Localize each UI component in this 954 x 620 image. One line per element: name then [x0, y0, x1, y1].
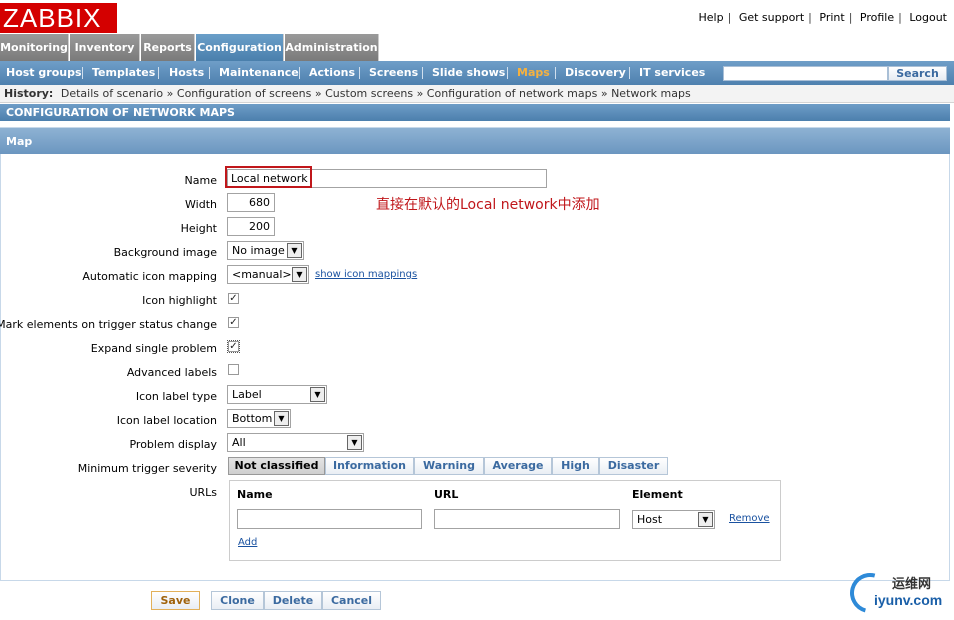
- add-url-link[interactable]: Add: [238, 537, 257, 548]
- chevron-down-icon: ▼: [274, 411, 289, 426]
- menu-reports[interactable]: Reports: [141, 34, 195, 61]
- automatic-icon-mapping-label: Automatic icon mapping: [82, 270, 217, 283]
- search-input[interactable]: [723, 66, 888, 81]
- submenu-maintenance[interactable]: Maintenance: [219, 61, 299, 85]
- annotation-text: 直接在默认的Local network中添加: [376, 197, 600, 213]
- main-menu: Monitoring Inventory Reports Configurati…: [0, 34, 954, 61]
- advanced-labels-checkbox[interactable]: [228, 364, 239, 375]
- problem-display-select[interactable]: All ▼: [227, 433, 364, 452]
- expand-single-problem-label: Expand single problem: [90, 342, 217, 355]
- history-item[interactable]: Details of scenario: [61, 87, 163, 100]
- chevron-down-icon: ▼: [287, 243, 302, 258]
- background-image-label: Background image: [113, 246, 217, 259]
- history-item[interactable]: Configuration of network maps: [427, 87, 598, 100]
- logout-link[interactable]: Logout: [909, 11, 947, 24]
- submenu-it-services[interactable]: IT services: [639, 61, 705, 85]
- url-col-name: Name: [237, 488, 273, 501]
- height-input[interactable]: 200: [227, 217, 275, 236]
- history-item[interactable]: Configuration of screens: [177, 87, 312, 100]
- map-tab-header: Map: [0, 127, 950, 154]
- submenu-hosts[interactable]: Hosts: [169, 61, 204, 85]
- highlight-box: [225, 166, 312, 188]
- breadcrumb: History: Details of scenario » Configura…: [0, 85, 954, 103]
- name-label: Name: [184, 174, 217, 187]
- menu-inventory[interactable]: Inventory: [70, 34, 140, 61]
- severity-high[interactable]: High: [552, 457, 599, 475]
- icon-highlight-label: Icon highlight: [142, 294, 217, 307]
- url-element-select[interactable]: Host ▼: [632, 510, 715, 529]
- help-link[interactable]: Help: [699, 11, 724, 24]
- submenu-slide-shows[interactable]: Slide shows: [432, 61, 505, 85]
- history-item[interactable]: Custom screens: [325, 87, 413, 100]
- submenu-templates[interactable]: Templates: [92, 61, 155, 85]
- severity-not-classified[interactable]: Not classified: [228, 457, 325, 475]
- remove-url-link[interactable]: Remove: [729, 513, 770, 524]
- profile-link[interactable]: Profile: [860, 11, 894, 24]
- severity-average[interactable]: Average: [484, 457, 552, 475]
- zabbix-logo: ZABBIX: [0, 3, 117, 33]
- delete-button[interactable]: Delete: [264, 591, 322, 610]
- submenu-screens[interactable]: Screens: [369, 61, 418, 85]
- search-button[interactable]: Search: [888, 66, 947, 81]
- menu-configuration[interactable]: Configuration: [196, 34, 284, 61]
- width-input[interactable]: 680: [227, 193, 275, 212]
- submenu-host-groups[interactable]: Host groups: [6, 61, 82, 85]
- url-url-input[interactable]: [434, 509, 620, 529]
- mark-elements-checkbox[interactable]: ✓: [228, 317, 239, 328]
- print-link[interactable]: Print: [819, 11, 844, 24]
- get-support-link[interactable]: Get support: [739, 11, 804, 24]
- watermark-logo: 运维网 iyunv.com: [842, 565, 952, 620]
- icon-label-type-label: Icon label type: [135, 390, 217, 403]
- top-links: Help | Get support | Print | Profile | Logou…: [698, 11, 947, 24]
- submenu-maps[interactable]: Maps: [517, 61, 550, 85]
- background-image-select[interactable]: No image ▼: [227, 241, 304, 260]
- clone-button[interactable]: Clone: [211, 591, 264, 610]
- save-button[interactable]: Save: [151, 591, 200, 610]
- width-label: Width: [185, 198, 217, 211]
- icon-label-type-select[interactable]: Label ▼: [227, 385, 327, 404]
- cancel-button[interactable]: Cancel: [322, 591, 381, 610]
- history-item[interactable]: Network maps: [611, 87, 691, 100]
- chevron-down-icon: ▼: [310, 387, 325, 402]
- url-col-element: Element: [632, 488, 683, 501]
- icon-label-location-select[interactable]: Bottom ▼: [227, 409, 291, 428]
- severity-information[interactable]: Information: [325, 457, 414, 475]
- automatic-icon-mapping-select[interactable]: <manual> ▼: [227, 265, 309, 284]
- submenu-actions[interactable]: Actions: [309, 61, 355, 85]
- expand-single-problem-checkbox[interactable]: ✓: [227, 340, 240, 353]
- show-icon-mappings-link[interactable]: show icon mappings: [315, 269, 417, 280]
- severity-warning[interactable]: Warning: [414, 457, 484, 475]
- url-name-input[interactable]: [237, 509, 422, 529]
- url-col-url: URL: [434, 488, 459, 501]
- minimum-trigger-severity-label: Minimum trigger severity: [77, 462, 217, 475]
- chevron-down-icon: ▼: [292, 267, 307, 282]
- page-title: CONFIGURATION OF NETWORK MAPS: [0, 104, 950, 121]
- advanced-labels-label: Advanced labels: [126, 366, 217, 379]
- mark-elements-label: Mark elements on trigger status change: [0, 318, 217, 331]
- problem-display-label: Problem display: [129, 438, 217, 451]
- submenu-discovery[interactable]: Discovery: [565, 61, 626, 85]
- menu-monitoring[interactable]: Monitoring: [0, 34, 69, 61]
- urls-label: URLs: [189, 486, 217, 499]
- history-label: History:: [4, 87, 54, 100]
- chevron-down-icon: ▼: [347, 435, 362, 450]
- menu-administration[interactable]: Administration: [285, 34, 379, 61]
- severity-disaster[interactable]: Disaster: [599, 457, 668, 475]
- height-label: Height: [180, 222, 217, 235]
- icon-label-location-label: Icon label location: [116, 414, 217, 427]
- chevron-down-icon: ▼: [698, 512, 713, 527]
- icon-highlight-checkbox[interactable]: ✓: [228, 293, 239, 304]
- top-bar: ZABBIX Help | Get support | Print | Profile…: [0, 0, 954, 34]
